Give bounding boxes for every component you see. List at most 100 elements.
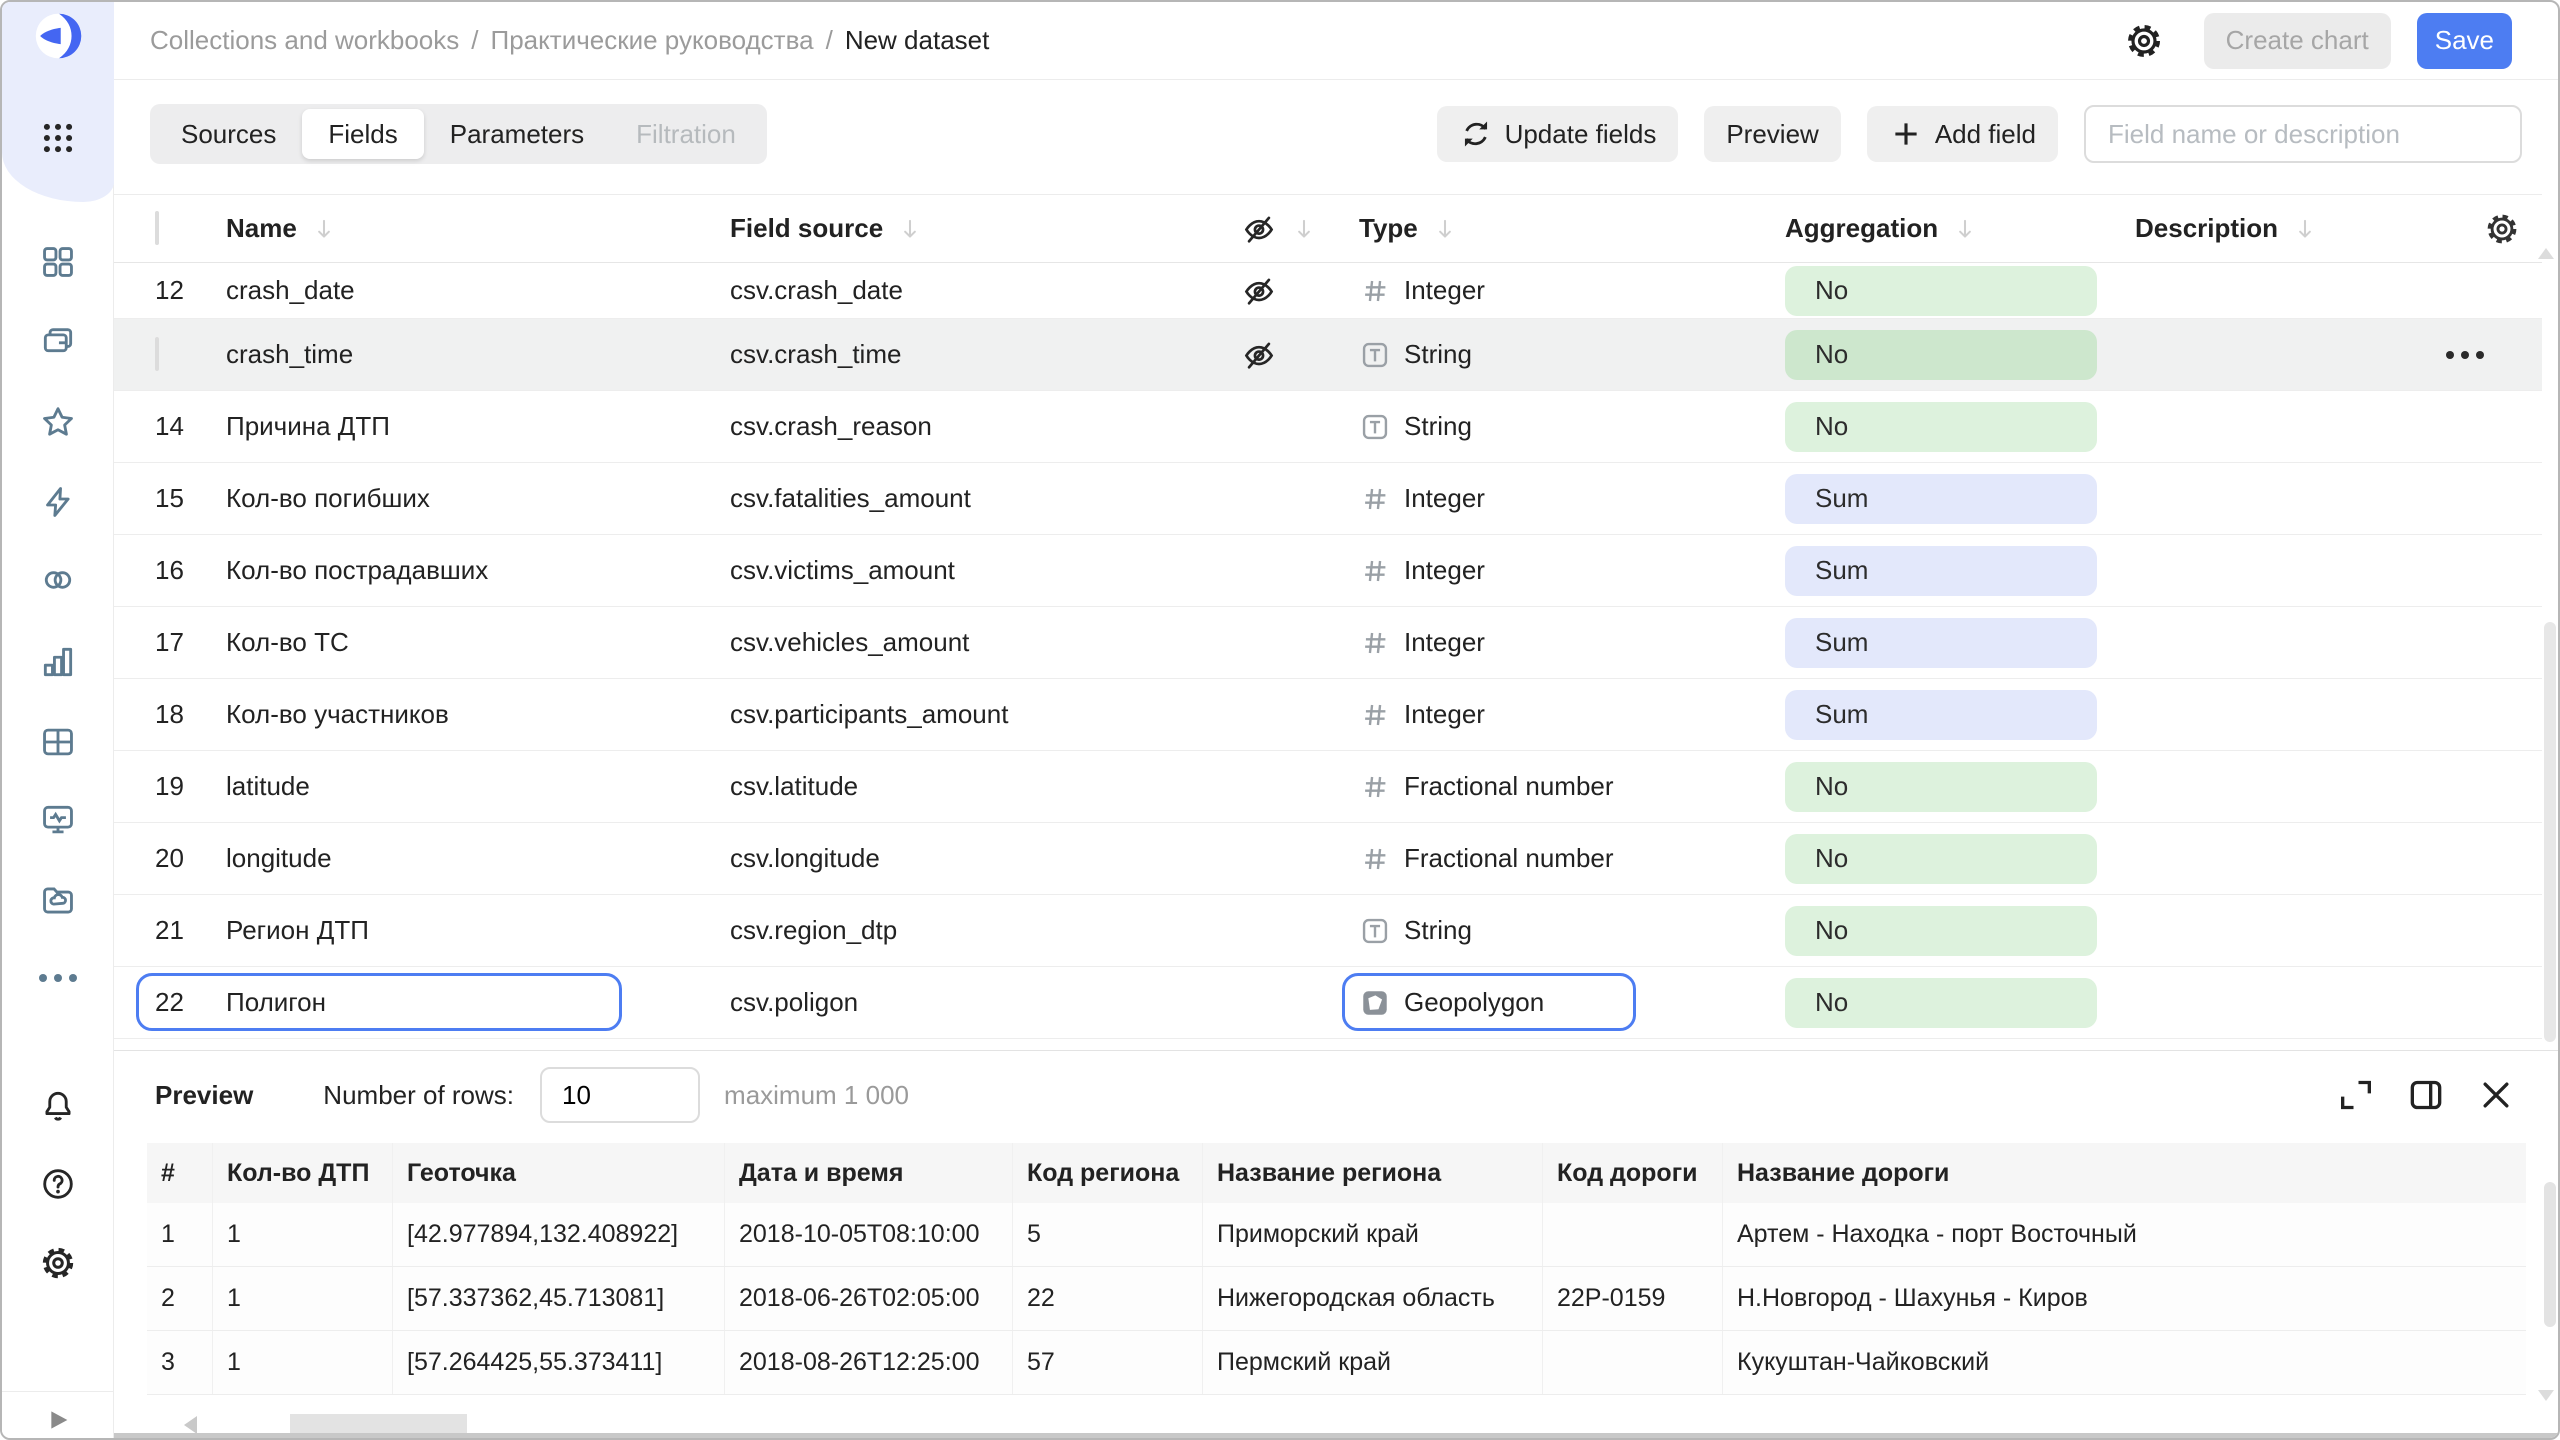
field-row[interactable]: 14 Причина ДТП csv.crash_reason String N… xyxy=(114,391,2542,463)
sidebar-expand-button[interactable] xyxy=(2,1404,114,1436)
field-name[interactable]: latitude xyxy=(226,771,730,802)
aggregation-select[interactable]: No xyxy=(1785,402,2097,452)
field-source[interactable]: csv.latitude xyxy=(730,771,1227,802)
field-source[interactable]: csv.participants_amount xyxy=(730,699,1227,730)
hidden-field-icon[interactable] xyxy=(1241,273,1277,309)
scroll-down-arrow[interactable] xyxy=(2538,1390,2554,1401)
table-settings-gear-icon[interactable] xyxy=(2484,211,2520,247)
aggregation-select[interactable]: No xyxy=(1785,834,2097,884)
sort-arrow-icon[interactable] xyxy=(897,216,923,242)
field-source[interactable]: csv.crash_time xyxy=(730,339,1227,370)
sidebar-item-favorites[interactable] xyxy=(2,403,114,441)
field-type[interactable]: String xyxy=(1359,339,1785,371)
field-source[interactable]: csv.region_dtp xyxy=(730,915,1227,946)
field-row[interactable]: 18 Кол-во участников csv.participants_am… xyxy=(114,679,2542,751)
sidebar-item-storage[interactable] xyxy=(2,881,114,919)
field-name[interactable]: Полигон xyxy=(226,987,730,1018)
horizontal-scrollbar-thumb[interactable] xyxy=(290,1414,467,1434)
hidden-column-icon[interactable] xyxy=(1241,211,1277,247)
field-row[interactable]: 17 Кол-во ТС csv.vehicles_amount Integer… xyxy=(114,607,2542,679)
scroll-left-arrow[interactable] xyxy=(184,1416,197,1434)
tab-filtration[interactable]: Filtration xyxy=(610,109,762,159)
sidebar-item-notifications[interactable] xyxy=(2,1087,114,1125)
field-type[interactable]: Fractional number xyxy=(1359,771,1785,803)
sidebar-item-apps[interactable] xyxy=(2,119,114,157)
scroll-up-arrow[interactable] xyxy=(2538,248,2554,259)
column-header-aggregation[interactable]: Aggregation xyxy=(1785,213,1938,244)
tab-fields[interactable]: Fields xyxy=(302,109,423,159)
preview-vertical-scrollbar[interactable] xyxy=(2544,1182,2556,1327)
aggregation-select[interactable]: Sum xyxy=(1785,546,2097,596)
dataset-settings-button[interactable] xyxy=(2124,21,2164,61)
aggregation-select[interactable]: No xyxy=(1785,330,2097,380)
field-row[interactable]: crash_time csv.crash_time String No xyxy=(114,319,2542,391)
field-row[interactable]: 16 Кол-во пострадавших csv.victims_amoun… xyxy=(114,535,2542,607)
add-field-button[interactable]: Add field xyxy=(1867,106,2058,162)
sidebar-item-editor[interactable] xyxy=(2,483,114,521)
field-type[interactable]: Integer xyxy=(1359,627,1785,659)
preview-dock-right-button[interactable] xyxy=(2406,1075,2446,1115)
column-header-description[interactable]: Description xyxy=(2135,213,2278,244)
sidebar-item-dashboards[interactable] xyxy=(2,243,114,281)
field-type[interactable]: Integer xyxy=(1359,275,1785,307)
field-name[interactable]: Регион ДТП xyxy=(226,915,730,946)
field-search-input[interactable] xyxy=(2084,105,2522,163)
save-button[interactable]: Save xyxy=(2417,13,2512,69)
field-source[interactable]: csv.longitude xyxy=(730,843,1227,874)
column-header-field-source[interactable]: Field source xyxy=(730,213,883,244)
sidebar-item-charts[interactable] xyxy=(2,643,114,681)
datalens-logo[interactable] xyxy=(2,10,114,62)
field-type[interactable]: Integer xyxy=(1359,555,1785,587)
field-type[interactable]: Fractional number xyxy=(1359,843,1785,875)
aggregation-select[interactable]: Sum xyxy=(1785,690,2097,740)
tab-parameters[interactable]: Parameters xyxy=(424,109,610,159)
sidebar-item-datasets[interactable] xyxy=(2,723,114,761)
select-all-checkbox[interactable] xyxy=(155,211,159,245)
update-fields-button[interactable]: Update fields xyxy=(1437,106,1679,162)
sidebar-item-settings[interactable] xyxy=(2,1244,114,1282)
sidebar-item-connections[interactable] xyxy=(2,561,114,599)
preview-close-button[interactable] xyxy=(2476,1075,2516,1115)
create-chart-button[interactable]: Create chart xyxy=(2204,13,2391,69)
sort-arrow-icon[interactable] xyxy=(1952,216,1978,242)
field-name[interactable]: Причина ДТП xyxy=(226,411,730,442)
field-name[interactable]: Кол-во погибших xyxy=(226,483,730,514)
aggregation-select[interactable]: No xyxy=(1785,266,2097,316)
field-row-selected[interactable]: 22 Полигон csv.poligon Geopolygon No xyxy=(114,967,2542,1039)
field-type[interactable]: Integer xyxy=(1359,483,1785,515)
field-name[interactable]: Кол-во ТС xyxy=(226,627,730,658)
sidebar-item-more[interactable] xyxy=(2,974,114,982)
sidebar-item-monitoring[interactable] xyxy=(2,801,114,839)
tab-sources[interactable]: Sources xyxy=(155,109,302,159)
hidden-field-icon[interactable] xyxy=(1241,337,1277,373)
number-of-rows-input[interactable] xyxy=(540,1067,700,1123)
field-name[interactable]: Кол-во участников xyxy=(226,699,730,730)
field-source[interactable]: csv.victims_amount xyxy=(730,555,1227,586)
field-type[interactable]: Integer xyxy=(1359,699,1785,731)
column-header-name[interactable]: Name xyxy=(226,213,297,244)
field-type[interactable]: Geopolygon xyxy=(1359,987,1785,1019)
field-source[interactable]: csv.poligon xyxy=(730,987,1227,1018)
sort-arrow-icon[interactable] xyxy=(1432,216,1458,242)
field-row[interactable]: 19 latitude csv.latitude Fractional numb… xyxy=(114,751,2542,823)
sort-arrow-icon[interactable] xyxy=(2292,216,2318,242)
field-name[interactable]: crash_date xyxy=(226,275,730,306)
sidebar-item-collections[interactable] xyxy=(2,323,114,361)
aggregation-select[interactable]: No xyxy=(1785,978,2097,1028)
sort-arrow-icon[interactable] xyxy=(311,216,337,242)
breadcrumb-collections[interactable]: Collections and workbooks xyxy=(150,25,459,56)
sidebar-item-help[interactable] xyxy=(2,1165,114,1203)
sort-arrow-icon[interactable] xyxy=(1291,216,1317,242)
preview-button[interactable]: Preview xyxy=(1704,106,1840,162)
field-type[interactable]: String xyxy=(1359,411,1785,443)
field-name[interactable]: longitude xyxy=(226,843,730,874)
row-more-menu[interactable] xyxy=(2446,351,2484,359)
row-checkbox[interactable] xyxy=(155,337,159,371)
field-row[interactable]: 15 Кол-во погибших csv.fatalities_amount… xyxy=(114,463,2542,535)
field-row[interactable]: 12 crash_date csv.crash_date Integer No xyxy=(114,263,2542,319)
fields-vertical-scrollbar[interactable] xyxy=(2544,622,2556,1042)
field-source[interactable]: csv.crash_reason xyxy=(730,411,1227,442)
field-source[interactable]: csv.crash_date xyxy=(730,275,1227,306)
column-header-type[interactable]: Type xyxy=(1359,213,1418,244)
aggregation-select[interactable]: No xyxy=(1785,762,2097,812)
